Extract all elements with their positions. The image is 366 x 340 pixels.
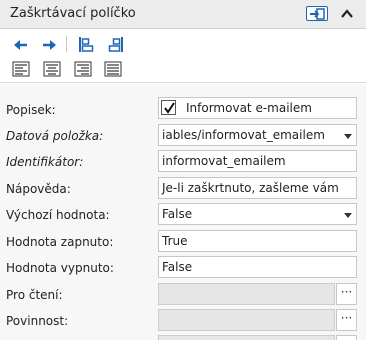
datova-polozka-value: iables/informovat_emailem	[162, 128, 325, 142]
next-row-input[interactable]	[158, 335, 335, 340]
hodnota-zapnuto-input[interactable]: True	[158, 230, 357, 252]
hodnota-zapnuto-value: True	[162, 234, 188, 248]
chevron-up-icon[interactable]	[339, 6, 355, 22]
povinnost-input[interactable]	[158, 309, 335, 331]
toolbar-separator	[66, 36, 67, 52]
popisek-label: Popisek:	[6, 103, 56, 117]
vychozi-hodnota-select[interactable]: False	[158, 203, 357, 225]
povinnost-label: Povinnost:	[6, 314, 69, 328]
identifikator-input[interactable]: informovat_emailem	[158, 150, 357, 172]
align-top-right-icon[interactable]	[106, 36, 124, 52]
arrow-left-icon[interactable]	[12, 37, 30, 53]
hodnota-zapnuto-label: Hodnota zapnuto:	[6, 235, 114, 249]
text-align-left-icon[interactable]	[12, 61, 30, 77]
chevron-down-icon[interactable]	[341, 126, 355, 145]
format-toolbar	[0, 30, 366, 83]
hodnota-vypnuto-label: Hodnota vypnuto:	[6, 261, 114, 275]
text-align-right-icon[interactable]	[74, 61, 92, 77]
identifikator-value: informovat_emailem	[162, 154, 286, 168]
vychozi-hodnota-label: Výchozí hodnota:	[6, 208, 110, 222]
vychozi-hodnota-value: False	[162, 207, 193, 221]
pro-cteni-label: Pro čtení:	[6, 288, 63, 302]
povinnost-ellipsis-button[interactable]: ···	[336, 309, 357, 331]
hodnota-vypnuto-input[interactable]: False	[158, 256, 357, 278]
text-align-center-icon[interactable]	[43, 61, 61, 77]
panel-export-icon[interactable]	[306, 6, 328, 21]
align-top-left-icon[interactable]	[78, 36, 96, 52]
identifikator-label: Identifikátor:	[6, 155, 84, 169]
datova-polozka-select[interactable]: iables/informovat_emailem	[158, 124, 357, 146]
panel-title: Zaškrtávací políčko	[10, 6, 136, 21]
napoveda-input[interactable]: Je-li zaškrtnuto, zašleme vám	[158, 177, 357, 199]
popisek-value: Informovat e-mailem	[186, 101, 312, 115]
popisek-checkbox[interactable]	[161, 100, 176, 115]
chevron-down-icon[interactable]	[341, 205, 355, 224]
arrow-right-icon[interactable]	[40, 37, 58, 53]
panel-header: Zaškrtávací políčko	[0, 0, 366, 29]
hodnota-vypnuto-value: False	[162, 260, 193, 274]
napoveda-value: Je-li zaškrtnuto, zašleme vám	[162, 181, 339, 195]
pro-cteni-input[interactable]	[158, 283, 335, 305]
popisek-field[interactable]: Informovat e-mailem	[158, 97, 357, 119]
text-justify-icon[interactable]	[104, 61, 122, 77]
next-row-ellipsis-button[interactable]	[336, 335, 357, 340]
napoveda-label: Nápověda:	[6, 182, 71, 196]
datova-polozka-label: Datová položka:	[6, 129, 104, 143]
pro-cteni-ellipsis-button[interactable]: ···	[336, 283, 357, 305]
